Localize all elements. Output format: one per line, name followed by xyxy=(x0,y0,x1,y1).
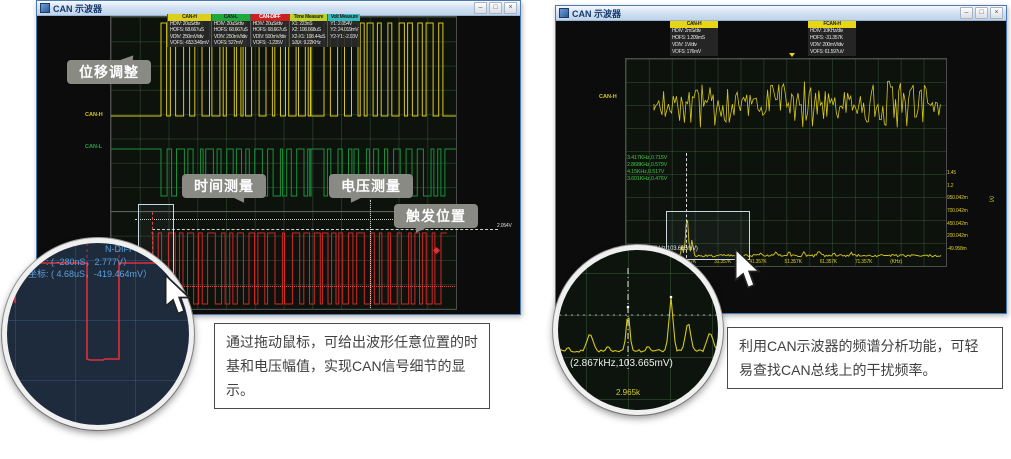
right-window-titlebar[interactable]: CAN 示波器 – □ × xyxy=(556,6,1006,21)
magnifier-channel-label: N-DIFF xyxy=(105,244,135,254)
info-col-time-measure: Time Measure X1: 223nS X2: 108.668uS X2-… xyxy=(289,14,328,47)
info-col-candiff: CAN-DIFF HDIV: 20uS/div HOFS: 68.667uS V… xyxy=(250,14,289,47)
info-col-canh: CAN-H HDIV: 20uS/div HOFS: 68.667uS VDIV… xyxy=(167,14,211,47)
trigger-marker[interactable] xyxy=(789,53,795,57)
window-icon xyxy=(559,8,569,18)
right-info-box-fcanh: FCAN-H HDIV: 10KHz/div HOFS: -31.357K VD… xyxy=(808,21,856,56)
spectrum-y-unit: (V) xyxy=(988,196,994,202)
mouse-cursor-icon xyxy=(163,274,193,316)
callout-trigger-pos: 触发位置 xyxy=(394,204,478,228)
page-canvas: CAN 示波器 – □ × CAN-H CAN-L CAN-H HDIV: 20… xyxy=(0,0,1011,459)
right-magnifier-svg xyxy=(558,250,718,410)
left-window-title: CAN 示波器 xyxy=(53,2,102,15)
close-button[interactable]: × xyxy=(504,2,517,14)
channel-label-canl: CAN-L xyxy=(85,144,102,150)
right-magnifier-circle: (2.867kHz,103.665mV) 2.965k xyxy=(553,245,723,415)
right-window-title: CAN 示波器 xyxy=(572,7,621,20)
callout-offset-adjust: 位移调整 xyxy=(67,60,151,84)
magnifier-x-label: 2.965k xyxy=(616,388,640,397)
close-button[interactable]: × xyxy=(990,7,1003,19)
y2-cursor-line[interactable] xyxy=(152,286,455,287)
y1-cursor-line[interactable] xyxy=(152,229,498,230)
minimize-button[interactable]: – xyxy=(474,2,487,14)
spectrum-x-unit: (KHz) xyxy=(890,259,902,265)
left-magnifier-circle: N-DIFF : ( -280nS，2.777V） 坐标: ( 4.68uS，-… xyxy=(2,238,194,430)
cursor-y1-label: 2.054V xyxy=(497,223,512,229)
maximize-button[interactable]: □ xyxy=(489,2,502,14)
magnifier-peak-readout: (2.867kHz,103.665mV) xyxy=(570,358,673,369)
x2-cursor-line[interactable] xyxy=(370,200,371,308)
left-caption-box: 通过拖动鼠标，可给出波形任意位置的时基和电压幅值，实现CAN信号细节的显示。 xyxy=(214,323,490,409)
window-icon xyxy=(40,3,50,13)
callout-volt-measure: 电压测量 xyxy=(329,174,413,198)
minimize-button[interactable]: – xyxy=(960,7,973,19)
right-channel-label: CAN-H xyxy=(599,94,617,100)
right-info-box-canh: CAN-H HDIV: 2mS/div HOFS: 1.209mS VDIV: … xyxy=(670,21,718,56)
spectrum-y-axis: 1.45 1.2 950.042m 700.042m 450.042m 200.… xyxy=(947,170,985,252)
peak-frequency-list: 3.417KHz,0.715V 2.868KHz,0.579V 4.15KHz,… xyxy=(627,155,667,183)
maximize-button[interactable]: □ xyxy=(975,7,988,19)
mouse-cursor-icon xyxy=(733,248,763,290)
left-info-table: CAN-H HDIV: 20uS/div HOFS: 68.667uS VDIV… xyxy=(167,14,360,47)
right-caption-box: 利用CAN示波器的频谱分析功能，可轻易查找CAN总线上的干扰频率。 xyxy=(727,327,1003,389)
callout-time-measure: 时间测量 xyxy=(182,174,266,198)
info-col-volt-measure: Volt Measure Y1: 2.054V Y2: 24.019mV Y2-… xyxy=(327,14,360,47)
channel-label-canh: CAN-H xyxy=(85,112,103,118)
magnifier-coord-readout: 坐标: ( 4.68uS，-419.464mV） xyxy=(28,267,152,280)
info-col-canl: CAN-L HDIV: 20uS/div HOFS: 68.667uS VDIV… xyxy=(211,14,250,47)
